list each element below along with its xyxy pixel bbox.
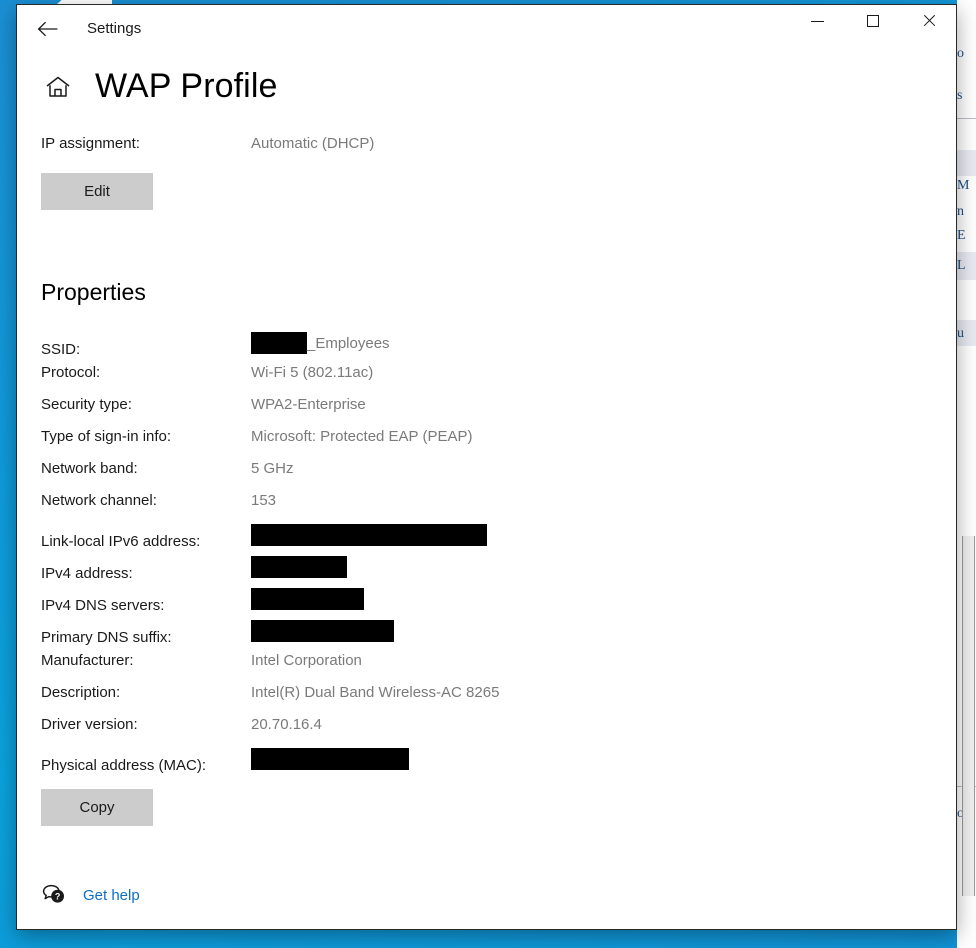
property-value-text: _Employees (307, 334, 390, 352)
property-row: Protocol: Wi-Fi 5 (802.11ac) (41, 364, 956, 396)
property-label: Manufacturer: (41, 652, 134, 669)
redaction-box (251, 524, 487, 546)
property-row: Description: Intel(R) Dual Band Wireless-… (41, 684, 956, 716)
edit-button[interactable]: Edit (41, 173, 153, 210)
title-bar: Settings (17, 5, 956, 53)
maximize-button[interactable] (850, 5, 896, 37)
property-row: Type of sign-in info: Microsoft: Protecte… (41, 428, 956, 460)
edit-button-container: Edit (41, 173, 956, 210)
property-label: Primary DNS suffix: (41, 629, 172, 646)
ip-assignment-value: Automatic (DHCP) (251, 135, 375, 152)
minimize-icon (810, 20, 824, 22)
property-row: IPv4 DNS servers: (41, 588, 956, 620)
property-label: Security type: (41, 396, 132, 413)
property-row: Security type: WPA2-Enterprise (41, 396, 956, 428)
property-label: Physical address (MAC): (41, 757, 207, 774)
property-label: SSID: (41, 341, 81, 358)
background-window-scrollbar[interactable] (962, 536, 975, 896)
property-value: WPA2-Enterprise (251, 396, 366, 413)
property-row: IPv4 address: (41, 556, 956, 588)
property-row: Network channel: 153 (41, 492, 956, 524)
properties-list: SSID: _Employees Protocol: Wi-Fi 5 (802.11a… (41, 332, 956, 780)
property-row: Physical address (MAC): (41, 748, 956, 780)
settings-window: Settings WAP Profile IP assignment: Auto… (16, 4, 957, 930)
home-icon[interactable] (41, 70, 75, 104)
property-row: Link-local IPv6 address: (41, 524, 956, 556)
redaction-box (251, 620, 394, 642)
property-label: Network channel: (41, 492, 157, 509)
back-button[interactable] (25, 9, 71, 49)
redaction-box (251, 556, 347, 578)
redaction-box (251, 748, 409, 770)
maximize-icon (867, 15, 879, 27)
property-value: Wi-Fi 5 (802.11ac) (251, 364, 374, 381)
property-value: Intel(R) Dual Band Wireless-AC 8265 (251, 684, 500, 701)
property-row: Network band: 5 GHz (41, 460, 956, 492)
property-value: 153 (251, 492, 277, 509)
redaction-box (251, 588, 364, 610)
svg-text:?: ? (55, 892, 61, 902)
property-value (251, 524, 487, 546)
property-label: Network band: (41, 460, 138, 477)
get-help-row[interactable]: ? Get help (41, 882, 956, 908)
copy-button-container: Copy (41, 789, 956, 826)
page-title: WAP Profile (95, 67, 278, 105)
ip-assignment-row: IP assignment: Automatic (DHCP) (41, 135, 956, 167)
property-value: 20.70.16.4 (251, 716, 322, 733)
property-value (251, 588, 364, 610)
page-header: WAP Profile (41, 67, 278, 106)
property-label: Type of sign-in info: (41, 428, 172, 445)
property-label: Description: (41, 684, 121, 701)
close-icon (922, 14, 936, 28)
property-value (251, 620, 394, 642)
property-row: SSID: _Employees (41, 332, 956, 364)
property-value (251, 556, 347, 578)
property-value: _Employees (251, 332, 390, 354)
redaction-box (251, 332, 307, 354)
property-value (251, 748, 409, 770)
app-title: Settings (87, 20, 142, 37)
back-arrow-icon (37, 21, 59, 37)
close-button[interactable] (906, 5, 952, 37)
property-row: Manufacturer: Intel Corporation (41, 652, 956, 684)
properties-heading: Properties (41, 279, 146, 305)
property-row: Primary DNS suffix: (41, 620, 956, 652)
property-label: IPv4 DNS servers: (41, 597, 165, 614)
property-value: Microsoft: Protected EAP (PEAP) (251, 428, 473, 445)
property-label: IPv4 address: (41, 565, 133, 582)
copy-button[interactable]: Copy (41, 789, 153, 826)
property-value: 5 GHz (251, 460, 294, 477)
property-label: Link-local IPv6 address: (41, 533, 201, 550)
get-help-link[interactable]: Get help (83, 887, 140, 904)
property-label: Driver version: (41, 716, 138, 733)
minimize-button[interactable] (794, 5, 840, 37)
settings-content: IP assignment: Automatic (DHCP) Edit Pro… (41, 135, 956, 908)
ip-assignment-label: IP assignment: (41, 135, 140, 152)
desktop-background: o s M n E L u og Settings (0, 0, 976, 948)
help-speech-bubble-icon: ? (41, 882, 67, 908)
property-label: Protocol: (41, 364, 101, 381)
property-row: Driver version: 20.70.16.4 (41, 716, 956, 748)
property-value: Intel Corporation (251, 652, 362, 669)
